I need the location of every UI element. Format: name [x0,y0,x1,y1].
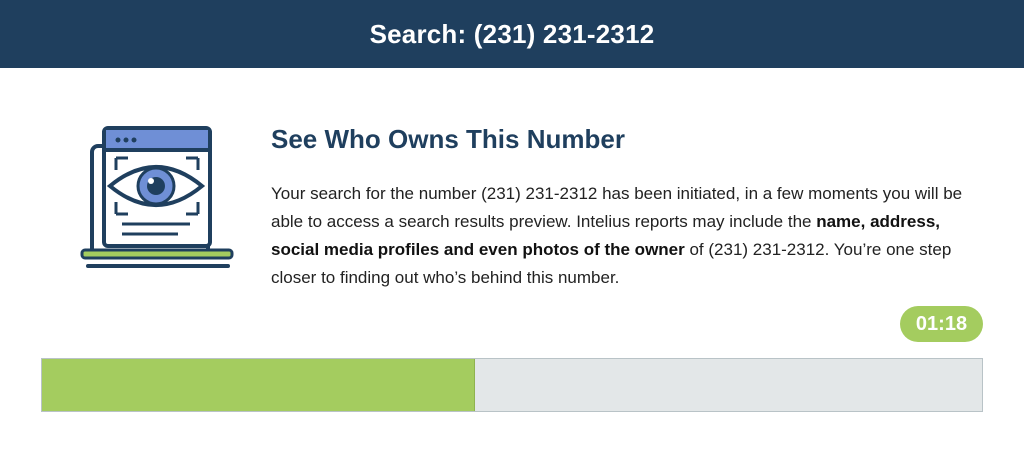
main-content: See Who Owns This Number Your search for… [271,118,991,292]
progress-bar-fill [42,359,476,411]
search-title: Search: (231) 231-2312 [369,18,655,49]
search-description: Your search for the number (231) 231-231… [271,180,991,292]
section-title: See Who Owns This Number [271,124,625,154]
laptop-eye-icon [78,118,238,278]
progress-bar [41,358,983,412]
page-header: Search: (231) 231-2312 [0,0,1024,68]
countdown-timer: 01:18 [900,306,983,342]
